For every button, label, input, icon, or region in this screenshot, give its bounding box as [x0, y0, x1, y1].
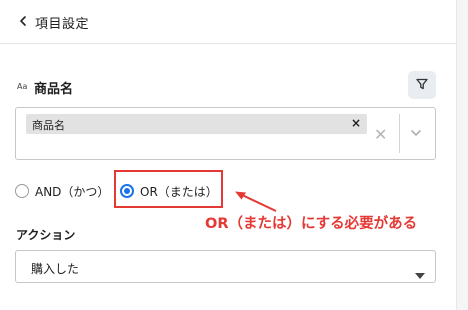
filter-button[interactable] [408, 71, 436, 99]
field-name-label: 商品名 [34, 82, 74, 97]
clear-selection-icon[interactable]: ✕ [374, 125, 387, 144]
annotation-highlight-box [114, 170, 223, 208]
tag-remove-icon[interactable]: × [351, 116, 361, 130]
text-type-icon: Aa [17, 82, 28, 91]
radio-and-indicator[interactable] [15, 184, 29, 198]
annotation-text: OR（または）にする必要がある [205, 216, 418, 232]
radio-and-label: AND（かつ） [35, 184, 110, 199]
chevron-down-icon[interactable] [409, 125, 423, 139]
action-select[interactable]: 購入した [15, 250, 436, 283]
side-scroll-strip [456, 0, 468, 310]
radio-and[interactable]: AND（かつ） [15, 181, 109, 201]
action-label: アクション [16, 228, 76, 242]
product-name-multiselect[interactable]: 商品名 × ✕ [15, 107, 436, 160]
selected-tag: 商品名 × [26, 114, 367, 134]
multiselect-divider [399, 114, 400, 153]
chevron-left-icon[interactable] [16, 14, 30, 28]
page-title: 項目設定 [35, 17, 90, 32]
filter-funnel-icon [415, 76, 429, 95]
panel-header: 項目設定 [0, 0, 456, 44]
caret-down-icon [415, 264, 425, 283]
tag-label: 商品名 [32, 119, 65, 132]
action-select-value: 購入した [31, 262, 80, 276]
